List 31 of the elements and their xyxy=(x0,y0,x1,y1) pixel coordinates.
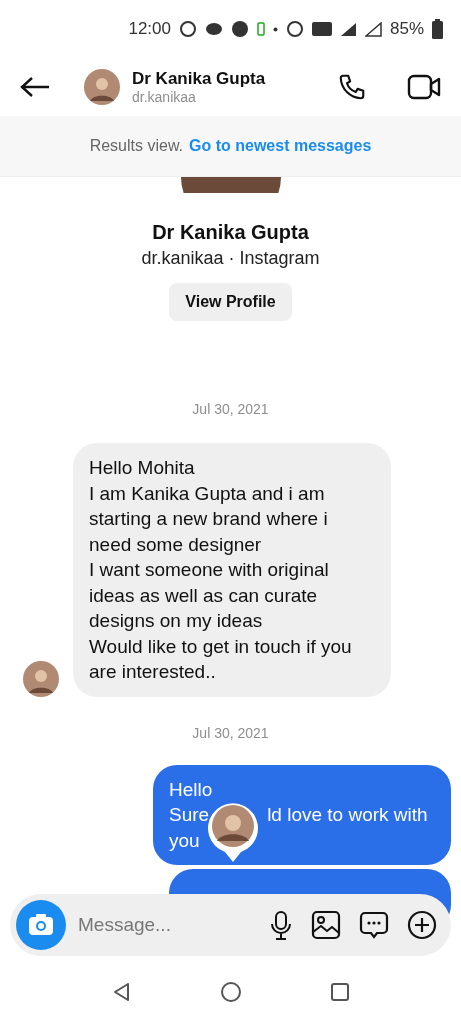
status-time: 12:00 xyxy=(128,19,171,39)
back-nav-icon[interactable] xyxy=(111,982,132,1002)
contact-username: dr.kanikaa xyxy=(132,89,197,105)
microphone-icon[interactable] xyxy=(269,910,293,940)
signal-icon xyxy=(339,21,357,37)
video-camera-icon[interactable] xyxy=(407,73,441,101)
contact-name: Dr Kanika Gupta xyxy=(132,69,267,89)
camera-icon[interactable] xyxy=(16,900,66,950)
plus-icon[interactable] xyxy=(407,910,437,940)
view-profile-button[interactable]: View Profile xyxy=(169,283,292,321)
dot-icon xyxy=(272,26,278,32)
image-icon[interactable] xyxy=(311,910,341,940)
date-label: Jul 30, 2021 xyxy=(192,401,269,417)
profile-name: Dr Kanika Gupta xyxy=(152,221,309,244)
chat-bubble-icon[interactable] xyxy=(359,910,389,940)
battery-percent: 85% xyxy=(389,19,424,39)
banner-text: Results view. xyxy=(89,137,184,155)
message-input[interactable]: Message... xyxy=(76,913,251,937)
phone-icon[interactable] xyxy=(337,72,367,102)
profile-subtitle: dr.kanikaa · Instagram xyxy=(141,248,320,269)
received-message: Hello Mohita I am Kanika Gupta and i am starting a new brand where i need some designer I want someone with original ideas as well as can curate designs on my ideas Would like to get in touch if you are interested.. xyxy=(73,443,391,697)
sender-avatar xyxy=(23,660,59,697)
no-signal-icon xyxy=(364,21,382,37)
charging-icon xyxy=(256,22,265,36)
home-nav-icon[interactable] xyxy=(219,981,242,1003)
battery-icon xyxy=(432,19,443,39)
avatar[interactable] xyxy=(84,69,120,105)
recents-nav-icon[interactable] xyxy=(329,982,350,1002)
date-label: Jul 30, 2021 xyxy=(192,724,269,741)
sent-message: Hello Sure ld love to work with you xyxy=(153,764,451,865)
back-arrow-icon[interactable] xyxy=(20,76,50,98)
